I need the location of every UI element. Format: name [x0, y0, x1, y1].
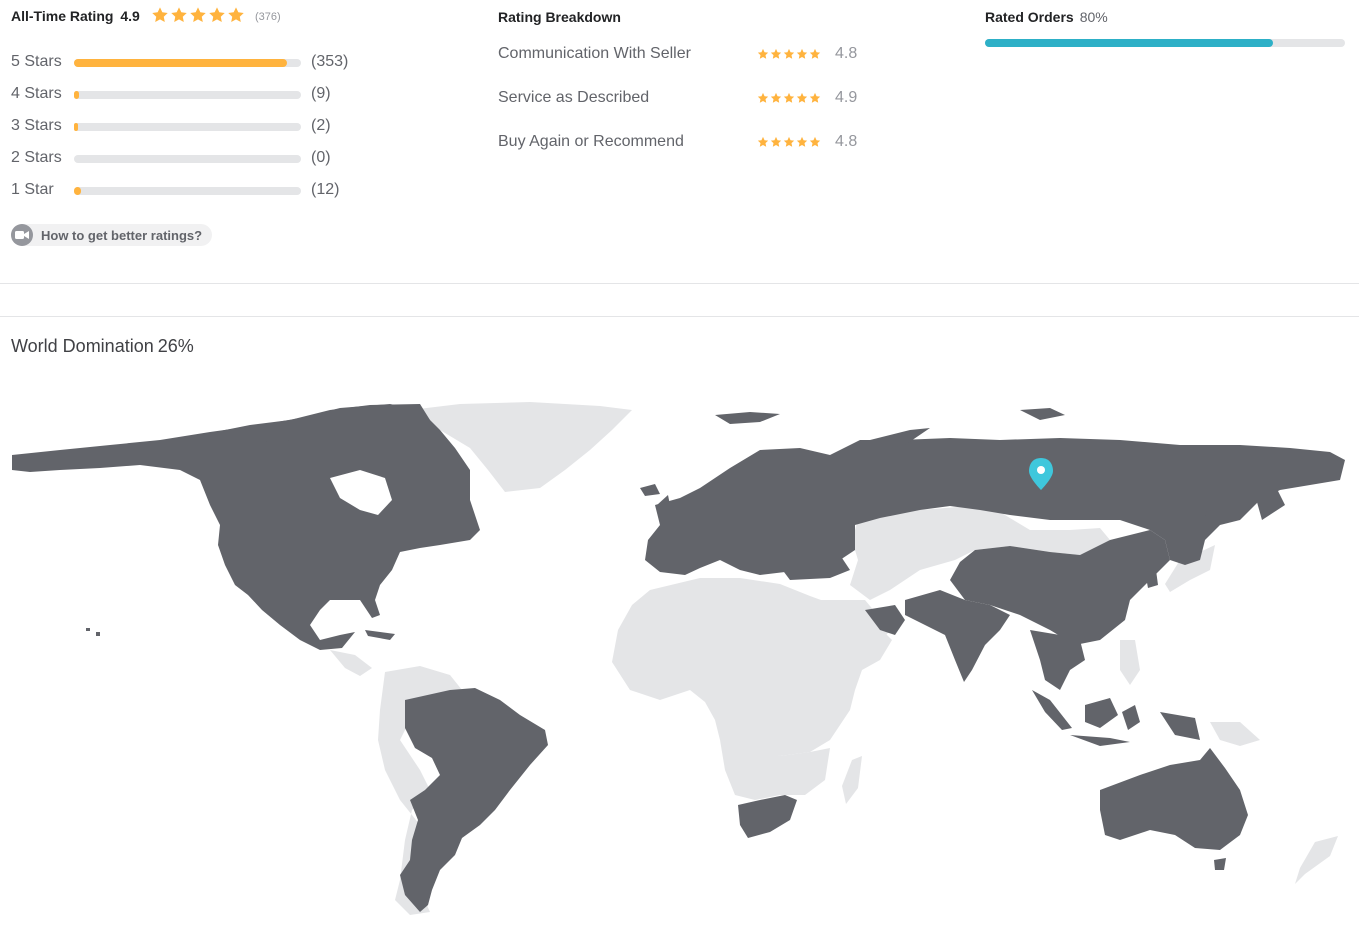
star-icon [770, 136, 782, 148]
world-map [12, 402, 1345, 915]
star-distribution-bar [74, 187, 301, 195]
star-distribution-row[interactable]: 5 Stars (353) [11, 51, 371, 73]
region-madagascar [842, 756, 862, 804]
star-distribution-bar [74, 155, 301, 163]
star-distribution-row[interactable]: 3 Stars (2) [11, 115, 371, 137]
star-distribution-bar-fill [74, 91, 79, 99]
rated-orders-label: Rated Orders [985, 9, 1074, 25]
star-distribution-row[interactable]: 4 Stars (9) [11, 83, 371, 105]
rating-breakdown-label: Service as Described [498, 89, 650, 106]
star-distribution-count: (12) [311, 181, 340, 198]
star-icon [151, 6, 169, 26]
region-java [1070, 735, 1130, 746]
star-distribution-bar-fill [74, 59, 287, 67]
region-sulawesi [1122, 705, 1140, 730]
star-distribution-bar-fill [74, 187, 81, 195]
star-icon [189, 6, 207, 26]
divider [0, 316, 1359, 317]
rating-breakdown-row: Service as Described 4.9 [498, 87, 878, 111]
star-distribution-count: (353) [311, 53, 349, 70]
star-distribution-bar-fill [74, 123, 78, 131]
star-icon [770, 48, 782, 60]
star-icon [796, 48, 808, 60]
region-papua [1160, 712, 1200, 740]
world-domination-label: World Domination [11, 336, 154, 356]
rating-breakdown-label: Communication With Seller [498, 45, 691, 62]
star-distribution-count: (2) [311, 117, 331, 134]
rated-orders-percent: 80% [1079, 9, 1108, 25]
better-ratings-help-button[interactable]: How to get better ratings? [11, 224, 213, 246]
star-distribution-label: 5 Stars [11, 53, 62, 70]
star-distribution-bar [74, 91, 301, 99]
region-borneo [1085, 698, 1118, 728]
region-hawaii [86, 628, 100, 636]
star-icon [783, 92, 795, 104]
star-icon [757, 136, 769, 148]
region-indonesia [1032, 690, 1072, 730]
rating-breakdown-stars [757, 48, 821, 60]
rated-orders-progress-fill [985, 39, 1273, 47]
star-icon [783, 136, 795, 148]
star-icon [208, 6, 226, 26]
all-time-rating-label: All-Time Rating [11, 8, 114, 24]
star-distribution-label: 3 Stars [11, 117, 62, 134]
star-icon [809, 48, 821, 60]
rating-breakdown-label: Buy Again or Recommend [498, 133, 684, 150]
rated-orders-title: Rated Orders 80% [985, 9, 1108, 25]
rating-breakdown-stars [757, 136, 821, 148]
all-time-rating-title: All-Time Rating 4.9 [11, 8, 140, 24]
rated-orders-progress [985, 39, 1345, 47]
star-distribution-row[interactable]: 2 Stars (0) [11, 147, 371, 169]
region-philippines [1120, 640, 1140, 685]
star-distribution-label: 2 Stars [11, 149, 62, 166]
region-siberia-islands [1020, 408, 1065, 420]
star-icon [757, 92, 769, 104]
region-australia [1100, 748, 1248, 850]
star-icon [796, 136, 808, 148]
star-distribution-row[interactable]: 1 Star (12) [11, 179, 371, 201]
region-south-america-east [400, 688, 548, 912]
all-time-rating-stars [151, 6, 245, 26]
star-distribution-count: (9) [311, 85, 331, 102]
rating-breakdown-score: 4.9 [835, 89, 858, 106]
star-distribution-bar [74, 59, 301, 67]
star-icon [809, 92, 821, 104]
star-icon [809, 136, 821, 148]
rating-breakdown-score: 4.8 [835, 133, 858, 150]
region-south-africa [738, 795, 797, 838]
rating-breakdown-title: Rating Breakdown [498, 9, 621, 25]
star-icon [227, 6, 245, 26]
star-icon [770, 92, 782, 104]
region-cuba [365, 630, 395, 640]
region-new-zealand [1295, 836, 1338, 884]
world-domination-percent: 26% [157, 336, 194, 356]
rating-breakdown-row: Communication With Seller 4.8 [498, 43, 878, 67]
world-domination-title: World Domination 26% [11, 336, 194, 357]
all-time-rating-value: 4.9 [120, 8, 140, 24]
star-icon [783, 48, 795, 60]
region-novaya-zemlya [715, 412, 780, 424]
star-distribution-bar [74, 123, 301, 131]
divider [0, 283, 1359, 284]
video-camera-icon [11, 224, 33, 246]
star-icon [796, 92, 808, 104]
region-png [1210, 722, 1260, 746]
star-distribution-label: 4 Stars [11, 85, 62, 102]
star-icon [170, 6, 188, 26]
better-ratings-help-label: How to get better ratings? [41, 227, 203, 243]
region-iceland [640, 484, 660, 496]
rating-breakdown-score: 4.8 [835, 45, 858, 62]
rating-breakdown-stars [757, 92, 821, 104]
region-central-america [330, 650, 372, 676]
region-tasmania [1214, 858, 1226, 870]
all-time-rating-count: (376) [255, 11, 281, 23]
star-icon [757, 48, 769, 60]
rating-breakdown-row: Buy Again or Recommend 4.8 [498, 131, 878, 155]
region-korea [1145, 570, 1158, 588]
star-distribution-count: (0) [311, 149, 331, 166]
star-distribution-label: 1 Star [11, 181, 54, 198]
